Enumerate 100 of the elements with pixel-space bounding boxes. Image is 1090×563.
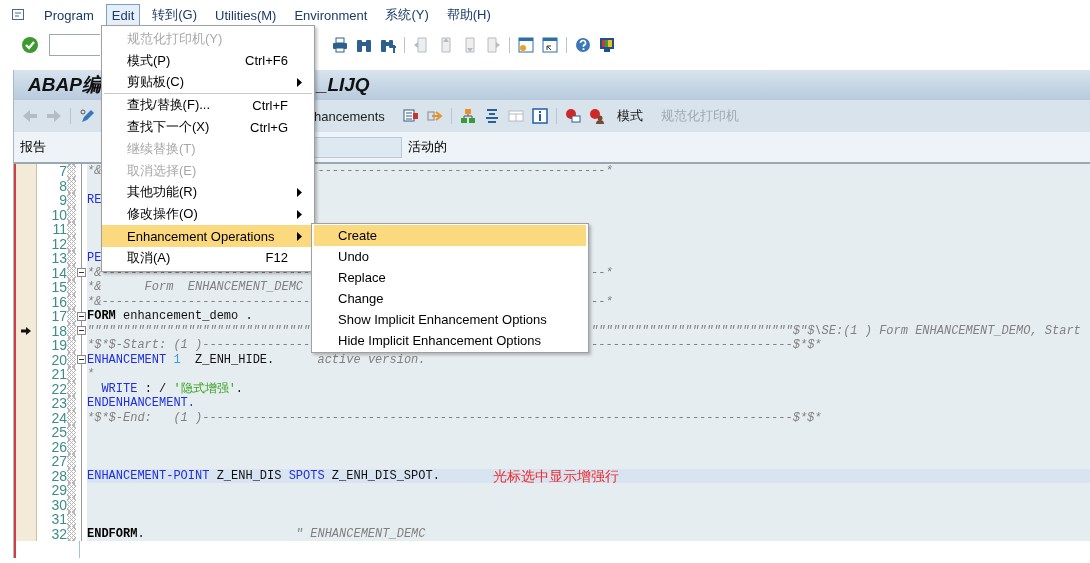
row-marker [67,367,76,382]
menu-item-label: 继续替换(T) [127,139,197,158]
row-marker [67,236,76,251]
menu-item[interactable]: 帮助(H) [440,2,497,28]
code-text: *$*$-End: (1 )----------------------------------------------------------------------------------$*$* [87,410,822,425]
current-line-arrow-icon [21,326,31,335]
menu-item-label: 剪贴板(C) [127,73,186,92]
printer-icon[interactable] [332,37,348,53]
menu-item[interactable]: 系统(Y) [379,2,435,28]
program-field[interactable] [314,136,402,158]
menu-item[interactable]: 模式(P) Ctrl+F6 [102,49,314,72]
menu-item[interactable]: Enhancement Operations [102,225,314,247]
window-icon[interactable] [518,37,534,53]
stop-screen-icon[interactable] [564,108,581,124]
code-text: SPOTS [288,468,325,483]
shortcut-text: Ctrl+F [252,97,288,113]
menu-item[interactable]: 转到(G) [146,2,204,28]
row-marker [67,454,76,469]
menu-item[interactable]: Change [314,288,586,309]
menu-item-label: 其他功能(R) [127,183,199,202]
row-marker [67,483,76,498]
code-text: ----------------------------------------* [317,164,613,179]
code-text: enhancement_demo . [123,309,253,324]
code-text: * [87,367,95,382]
code-text: WRITE [101,381,138,396]
code-text: : / [144,381,168,396]
window-menu-icon[interactable] [12,9,26,21]
menu-item[interactable]: Environment [288,3,374,27]
pen-icon[interactable] [79,108,95,124]
menu-item[interactable]: 查找/替换(F)... Ctrl+F [102,94,314,117]
menu-item-label: 模式(P) [127,51,172,70]
menu-item-label: 查找/替换(F)... [127,96,212,115]
menu-item[interactable]: Program [38,3,100,27]
row-marker [67,323,76,338]
code-text: PE [87,251,102,266]
menu-item[interactable]: Edit [105,3,141,27]
row-marker [67,338,76,353]
menu-item[interactable]: Undo [314,246,586,267]
code-text: 1 [173,352,181,367]
code-text: ENDFORM [87,526,138,541]
row-marker [67,178,76,193]
submenu-arrow-icon [297,187,302,197]
command-field[interactable] [49,34,100,56]
row-marker [67,497,76,512]
code-text: '隐式增强' [173,381,236,396]
stop-person-icon[interactable] [588,108,605,124]
code-text: FORM [87,309,116,324]
code-text: """"""""""""""""""""""""""""$"$\SE:(1 ) Form ENHANCEMENT_DEMO, Start [591,323,1081,338]
menu-item-label: 取消选择(E) [127,161,198,180]
row-marker [67,164,76,179]
row-marker [67,207,76,222]
annotation-text: 光标选中显示增强行 [492,468,619,483]
help-icon[interactable] [575,37,591,53]
row-marker [67,222,76,237]
menu-item-label: 修改操作(O) [127,205,199,224]
code-text: --* [591,265,613,280]
menu-item-label: 规范化打印机(Y) [127,29,224,48]
menu-item[interactable]: 修改操作(O) [102,203,314,226]
menu-item[interactable]: Utilities(M) [209,3,283,27]
submenu-arrow-icon [297,209,302,219]
row-marker [67,352,76,367]
check-icon[interactable] [21,36,39,54]
row-marker [67,265,76,280]
row-marker [67,280,76,295]
menu-item[interactable]: Hide Implicit Enhancement Options [314,330,586,351]
submenu-arrow-icon [297,231,302,241]
row-marker [67,294,76,309]
code-text: --* [591,294,613,309]
binoculars-icon[interactable] [356,37,372,53]
row-marker [67,193,76,208]
menu-item[interactable]: 查找下一个(X) Ctrl+G [102,116,314,138]
code-text: Z_ENH_DIS [216,468,283,483]
window-icon[interactable] [542,37,558,53]
status-text: 活动的 [408,138,447,156]
code-text: " ENHANCEMENT_DEMC [295,526,426,541]
menu-item[interactable]: Replace [314,267,586,288]
shortcut-text: Ctrl+F6 [245,53,288,69]
binoculars-plus-icon[interactable] [380,37,396,53]
code-text: Z_ENH_HIDE. [195,352,275,367]
stamp-icon[interactable] [402,108,419,124]
toolbar-button[interactable]: hancements [314,108,385,124]
menu-item[interactable]: Show Implicit Enhancement Options [314,309,586,330]
code-text: *& [87,164,102,179]
shortcut-text: Ctrl+G [250,119,288,135]
row-marker [67,425,76,440]
hierarchy-icon[interactable] [459,108,476,124]
row-marker [67,381,76,396]
menu-item[interactable]: Create [314,225,586,246]
menu-item[interactable]: 剪贴板(C) [102,71,314,94]
code-text: *&----------------------------- [87,294,311,309]
row-marker [67,512,76,527]
menu-item-label: 查找下一个(X) [127,118,211,137]
code-text: . [235,381,244,396]
monitor-icon[interactable] [599,37,615,53]
row-marker [67,396,76,411]
code-text: ENHANCEMENT [87,352,167,367]
toolbar-button[interactable]: 模式 [616,107,643,125]
info-icon[interactable] [531,108,548,124]
menu-item[interactable]: 其他功能(R) [102,181,314,204]
lines-icon[interactable] [483,108,500,124]
